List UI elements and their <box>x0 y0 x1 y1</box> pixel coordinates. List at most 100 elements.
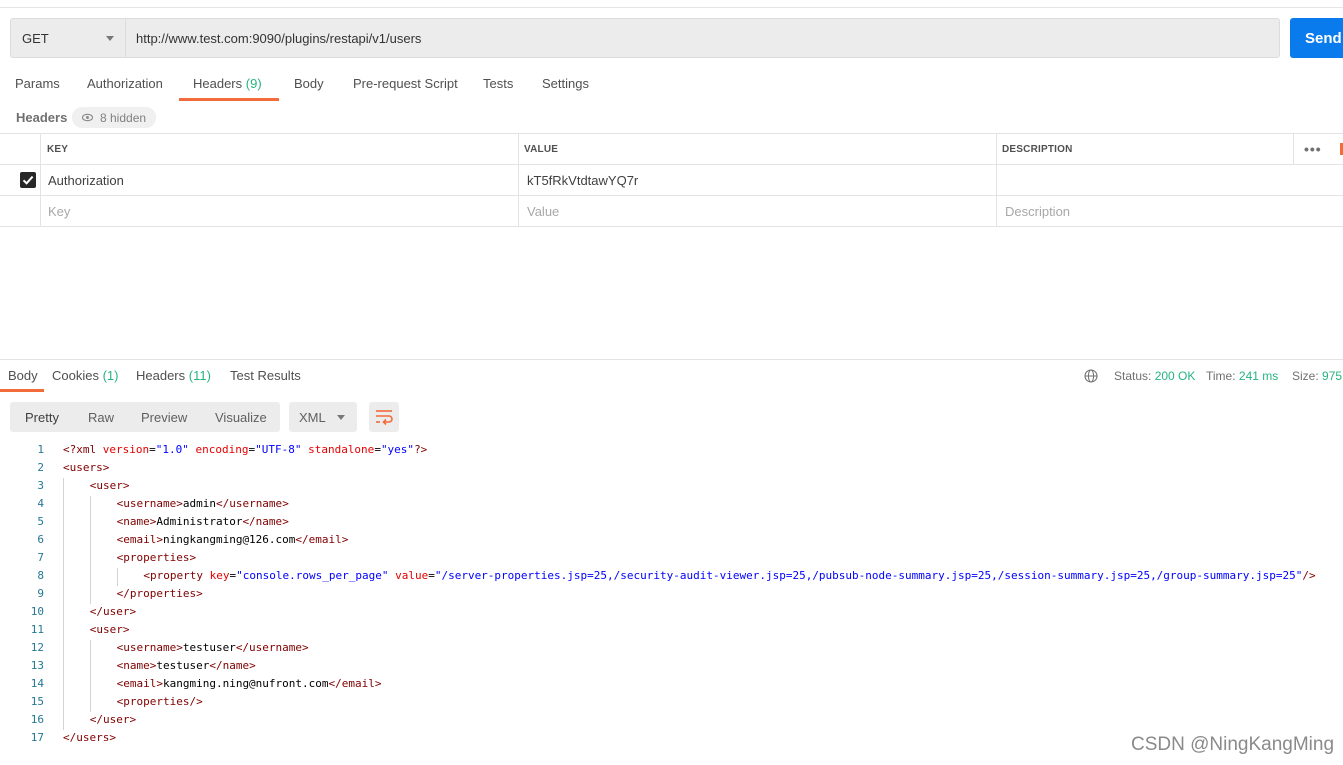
code-line: <username>testuser</username> <box>116 641 309 654</box>
line-number: 4 <box>37 497 44 510</box>
line-number: 6 <box>37 533 44 546</box>
table-top-border <box>0 133 1343 134</box>
code-line: <user> <box>89 623 130 636</box>
column-header-key: KEY <box>47 144 69 155</box>
chevron-down-icon <box>337 415 345 420</box>
header-value-cell[interactable]: kT5fRkVtdtawYQ7r <box>527 173 638 188</box>
view-mode-bar: Pretty Raw Preview Visualize <box>10 402 280 432</box>
view-visualize-button[interactable]: Visualize <box>215 410 267 425</box>
code-line: </user> <box>89 605 137 618</box>
method-value: GET <box>22 31 49 46</box>
url-value: http://www.test.com:9090/plugins/restapi… <box>136 31 422 46</box>
response-time: 241 ms <box>1238 369 1279 383</box>
line-number: 1 <box>37 443 44 456</box>
response-tab-cookies[interactable]: Cookies (1) <box>52 368 118 383</box>
globe-icon[interactable] <box>1084 369 1098 383</box>
code-line: <name>testuser</name> <box>116 659 256 672</box>
line-number: 8 <box>37 569 44 582</box>
view-pretty-button[interactable]: Pretty <box>25 410 59 425</box>
send-button[interactable]: Send <box>1290 18 1343 58</box>
indent-guide <box>90 496 91 604</box>
indent-guide <box>63 478 64 730</box>
code-line: <username>admin</username> <box>116 497 289 510</box>
new-value-input[interactable]: Value <box>527 204 559 219</box>
response-tab-headers[interactable]: Headers (11) <box>136 368 211 383</box>
new-description-input[interactable]: Description <box>1005 204 1070 219</box>
line-number: 15 <box>30 695 44 708</box>
hidden-count: 8 hidden <box>100 111 147 125</box>
chevron-down-icon <box>106 36 114 41</box>
indent-guide <box>117 568 118 586</box>
checkmark-icon <box>22 175 34 185</box>
line-number: 7 <box>37 551 44 564</box>
column-divider <box>1293 133 1294 164</box>
line-number: 17 <box>30 731 44 744</box>
response-size: 975 B <box>1322 369 1343 383</box>
column-divider <box>996 133 997 227</box>
line-number: 3 <box>37 479 44 492</box>
status-readout: Status: 200 OK <box>1114 369 1196 383</box>
line-number: 10 <box>30 605 44 618</box>
column-header-value: VALUE <box>524 144 559 155</box>
line-number: 12 <box>30 641 44 654</box>
column-header-description: DESCRIPTION <box>1002 144 1073 155</box>
header-key-cell[interactable]: Authorization <box>48 173 124 188</box>
active-tab-indicator <box>179 98 279 101</box>
time-readout: Time: 241 ms <box>1206 369 1279 383</box>
line-number: 13 <box>30 659 44 672</box>
method-select[interactable]: GET <box>10 18 125 58</box>
tab-body[interactable]: Body <box>294 76 324 91</box>
view-preview-button[interactable]: Preview <box>141 410 187 425</box>
wrap-lines-button[interactable] <box>369 402 399 432</box>
code-line: </users> <box>63 731 116 744</box>
tab-tests[interactable]: Tests <box>483 76 513 91</box>
format-value: XML <box>299 410 326 425</box>
line-number: 11 <box>30 623 44 636</box>
code-line: <email>ningkangming@126.com</email> <box>116 533 349 546</box>
code-line: <email>kangming.ning@nufront.com</email> <box>116 677 382 690</box>
line-number: 16 <box>30 713 44 726</box>
response-divider <box>0 359 1343 360</box>
code-line: <properties/> <box>116 695 203 708</box>
code-line: </properties> <box>116 587 203 600</box>
code-line: <user> <box>89 479 130 492</box>
response-tab-test-results[interactable]: Test Results <box>230 368 301 383</box>
headers-title: Headers <box>16 110 68 125</box>
code-line: <users> <box>63 461 110 474</box>
code-line: <?xml version="1.0" encoding="UTF-8" sta… <box>63 443 428 456</box>
size-readout: Size: 975 B <box>1292 369 1343 383</box>
wrap-icon <box>376 410 393 426</box>
hidden-headers-toggle[interactable]: 8 hidden <box>72 107 156 128</box>
line-number: 2 <box>37 461 44 474</box>
code-line: <properties> <box>116 551 197 564</box>
response-tab-body[interactable]: Body <box>8 368 38 383</box>
line-number: 5 <box>37 515 44 528</box>
table-row-border <box>0 195 1343 196</box>
line-number: 9 <box>37 587 44 600</box>
column-divider <box>518 133 519 227</box>
tab-params[interactable]: Params <box>15 76 60 91</box>
watermark: CSDN @NingKangMing <box>1131 734 1335 755</box>
status-code: 200 OK <box>1154 369 1196 383</box>
tab-headers[interactable]: Headers (9) <box>193 76 262 91</box>
format-select[interactable]: XML <box>289 402 357 432</box>
tab-headers-count: (9) <box>245 76 262 91</box>
url-input[interactable]: http://www.test.com:9090/plugins/restapi… <box>125 18 1280 58</box>
code-line: <name>Administrator</name> <box>116 515 289 528</box>
header-enabled-checkbox[interactable] <box>20 172 36 188</box>
active-response-tab-indicator <box>0 389 44 392</box>
top-divider <box>0 7 1343 8</box>
tab-pre-request-script[interactable]: Pre-request Script <box>353 76 458 91</box>
view-raw-button[interactable]: Raw <box>88 410 114 425</box>
tab-settings[interactable]: Settings <box>542 76 589 91</box>
line-number: 14 <box>30 677 44 690</box>
code-line: </user> <box>89 713 137 726</box>
table-header-border <box>0 164 1343 165</box>
table-bottom-border <box>0 226 1343 227</box>
more-options-icon[interactable]: ••• <box>1304 141 1322 157</box>
column-divider <box>40 133 41 227</box>
indent-guide <box>90 640 91 712</box>
tab-authorization[interactable]: Authorization <box>87 76 163 91</box>
code-line: <property key="console.rows_per_page" va… <box>143 569 1316 582</box>
new-key-input[interactable]: Key <box>48 204 70 219</box>
